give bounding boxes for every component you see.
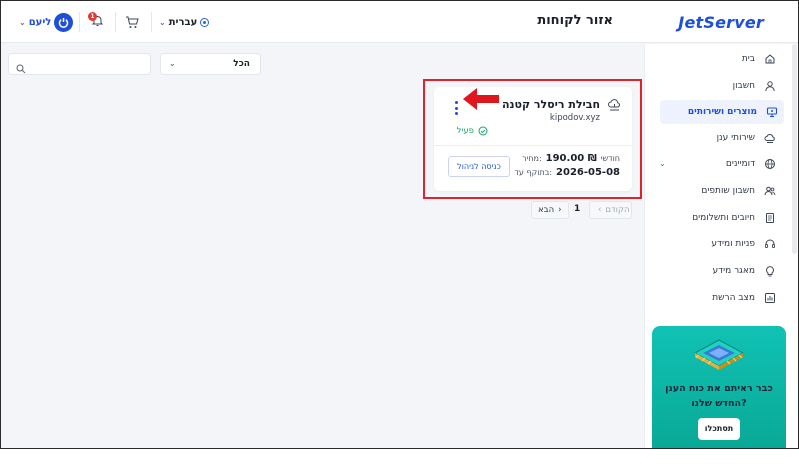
logo[interactable]: JetServer [678, 13, 764, 32]
divider [151, 12, 152, 32]
chevron-right-icon: › [558, 205, 562, 215]
lightbulb-icon [763, 265, 776, 278]
promo-text: כבר ראיתם את כוח הענן החדש שלנו? [665, 383, 773, 409]
divider [115, 12, 116, 32]
chevron-down-icon: ⌄ [19, 17, 26, 27]
product-domain: kipodov.xyz [549, 113, 600, 123]
sidebar-item-label: מצב הרשת [712, 293, 755, 303]
sidebar-item-products[interactable]: מוצרים ושירותים [660, 100, 784, 124]
search-input[interactable] [31, 57, 141, 72]
top-bar: JetServer אזור לקוחות ⌄ עברית 1 ⌄ ליעם [1, 1, 798, 43]
sidebar-item-network-status[interactable]: מצב הרשת [658, 286, 782, 310]
pagination-prev[interactable]: ‹ הקודם [589, 201, 632, 219]
server-icon [765, 106, 778, 119]
billing-period: חודשי [600, 154, 620, 163]
chart-icon [763, 292, 776, 305]
more-options-icon[interactable] [455, 101, 459, 115]
divider [79, 12, 80, 32]
cart-button[interactable] [125, 12, 139, 32]
user-icon [763, 80, 776, 93]
price-label: מחיר: [521, 154, 542, 163]
page-title: אזור לקוחות [537, 13, 613, 28]
price-row: מחיר: 190.00 ₪ חודשי [522, 153, 620, 164]
israel-flag-icon [200, 17, 210, 27]
select-value: הכל [233, 59, 250, 69]
price-value: 190.00 ₪ [545, 153, 597, 164]
globe-icon [763, 158, 776, 171]
search-box[interactable] [8, 53, 151, 75]
users-icon [763, 185, 776, 198]
check-circle-icon [478, 126, 488, 136]
sidebar-item-home[interactable]: בית [658, 47, 782, 71]
status-filter-select[interactable]: הכל ⌄ [160, 53, 261, 75]
sidebar-item-knowledgebase[interactable]: מאגר מידע [658, 259, 782, 283]
cloud-promo-banner: כבר ראיתם את כוח הענן החדש שלנו? תסתכלו [652, 326, 786, 448]
user-menu[interactable]: ⌄ ליעם [19, 12, 74, 32]
chevron-down-icon: ⌄ [169, 59, 176, 68]
cloud-chip-illustration [693, 339, 745, 370]
sidebar-item-label: דומיינים [725, 159, 755, 169]
pagination-next[interactable]: הבא › [531, 201, 569, 219]
status-badge: פעיל [457, 126, 488, 136]
sidebar-item-label: שירותי ענן [716, 133, 755, 143]
cloud-server-icon [607, 97, 622, 116]
cloud-icon [763, 132, 776, 145]
pagination-next-label: הבא [538, 205, 555, 215]
sidebar-item-label: מוצרים ושירותים [687, 107, 757, 117]
valid-date: 2026-05-08 [556, 167, 620, 178]
invoice-icon [763, 212, 776, 225]
sidebar-item-label: חיובים ותשלומים [692, 213, 755, 223]
promo-button[interactable]: תסתכלו [698, 418, 740, 440]
sidebar-item-label: פניות ומידע [711, 239, 755, 249]
valid-until-row: בתוקף עד: 2026-05-08 [515, 167, 620, 178]
status-label: פעיל [456, 126, 474, 136]
notification-badge: 1 [88, 12, 97, 21]
sidebar-item-support[interactable]: פניות ומידע [658, 232, 782, 256]
home-icon [763, 53, 776, 66]
sidebar-item-label: חשבון שותפים [701, 186, 755, 196]
chevron-down-icon: ⌄ [159, 17, 166, 27]
page-footer-blank [0, 449, 799, 467]
arrow-annotation-icon [463, 88, 499, 110]
sidebar-item-domains[interactable]: דומיינים [658, 152, 782, 176]
power-icon [54, 12, 74, 32]
sidebar-item-cloud[interactable]: שירותי ענן [658, 126, 782, 150]
app-window: JetServer אזור לקוחות ⌄ עברית 1 ⌄ ליעם ב… [0, 0, 799, 449]
chevron-left-icon: ‹ [598, 205, 602, 215]
sidebar-item-account[interactable]: חשבון [658, 74, 782, 98]
language-label: עברית [168, 16, 198, 28]
manage-button[interactable]: כניסה לניהול [448, 156, 510, 177]
sidebar-item-billing[interactable]: חיובים ותשלומים [658, 206, 782, 230]
sidebar-item-affiliates[interactable]: חשבון שותפים [658, 179, 782, 203]
search-icon [16, 59, 26, 78]
user-name: ליעם [28, 16, 52, 28]
pagination-current-page[interactable]: 1 [574, 204, 580, 214]
chevron-down-icon[interactable]: ⌄ [659, 159, 666, 168]
sidebar-scrollbar[interactable] [792, 44, 797, 254]
divider [434, 145, 632, 146]
cart-icon [126, 16, 139, 28]
sidebar-item-label: בית [741, 54, 755, 64]
product-title: חבילת ריסלר קטנה [501, 98, 600, 111]
valid-label: בתוקף עד: [514, 168, 553, 177]
sidebar-item-label: חשבון [732, 81, 755, 91]
notifications-button[interactable]: 1 [88, 12, 104, 32]
pagination-prev-label: הקודם [605, 205, 630, 215]
sidebar-item-label: מאגר מידע [712, 266, 755, 276]
headset-icon [763, 238, 776, 251]
language-selector[interactable]: ⌄ עברית [159, 12, 210, 32]
